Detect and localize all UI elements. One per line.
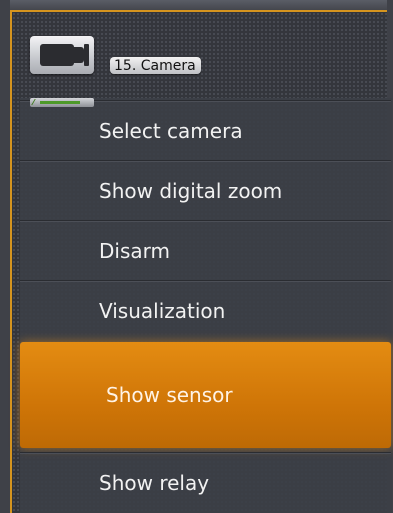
menu-item-label: Disarm [99,239,170,263]
video-camera-icon[interactable] [30,36,94,74]
menu-item-label: Select camera [99,119,243,143]
frame-left-edge [0,0,10,513]
menu-item-disarm[interactable]: Disarm [20,220,391,281]
menu-item-show-sensor[interactable]: Show sensor [20,342,391,448]
selection-border-left [10,10,12,513]
menu-item-select-camera[interactable]: Select camera [20,100,391,161]
frame-top-edge [0,0,393,10]
camera-name-label: 15. Camera [110,57,201,74]
menu-item-visualization[interactable]: Visualization [20,280,391,341]
menu-item-label: Visualization [99,299,226,323]
selection-border-top [10,10,387,12]
menu-item-label: Show relay [99,471,210,495]
menu-item-label: Show sensor [106,383,233,407]
menu-item-show-relay[interactable]: Show relay [20,452,391,513]
menu-item-label: Show digital zoom [99,179,283,203]
signal-status-icon [30,98,94,107]
menu-item-show-digital-zoom[interactable]: Show digital zoom [20,160,391,221]
